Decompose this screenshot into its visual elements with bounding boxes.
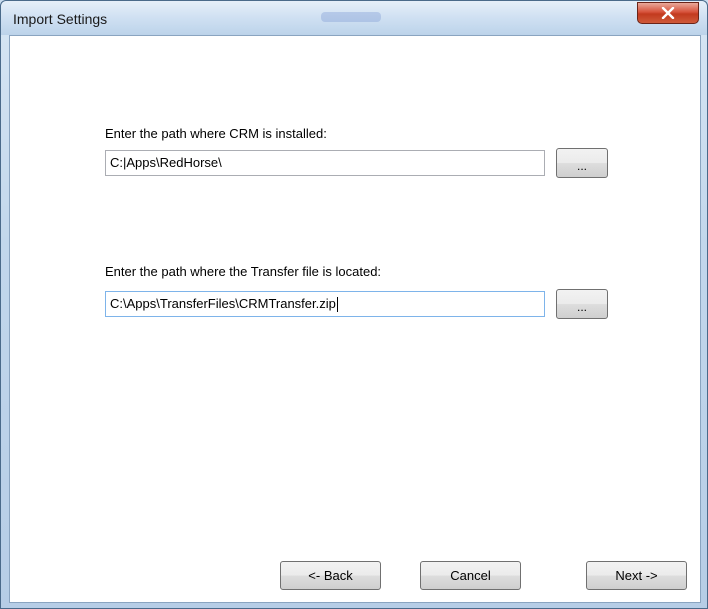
- crm-path-label: Enter the path where CRM is installed:: [105, 126, 327, 141]
- transfer-path-label: Enter the path where the Transfer file i…: [105, 264, 382, 279]
- title-bar[interactable]: Import Settings: [1, 1, 707, 35]
- next-button[interactable]: Next ->: [586, 561, 687, 590]
- back-button[interactable]: <- Back: [280, 561, 381, 590]
- transfer-path-browse-button[interactable]: ...: [556, 289, 608, 319]
- transfer-path-input[interactable]: C:\Apps\TransferFiles\CRMTransfer.zip: [105, 291, 545, 317]
- transfer-path-value: C:\Apps\TransferFiles\CRMTransfer.zip: [110, 296, 336, 311]
- crm-path-input[interactable]: C:|Apps\RedHorse\: [105, 150, 545, 176]
- crm-path-value: C:|Apps\RedHorse\: [110, 155, 222, 170]
- import-settings-window: Import Settings Enter the path where CRM…: [0, 0, 708, 609]
- cancel-button[interactable]: Cancel: [420, 561, 521, 590]
- dialog-content-area: Enter the path where CRM is installed: C…: [9, 35, 701, 603]
- close-button[interactable]: [637, 2, 699, 24]
- text-caret: [336, 297, 338, 313]
- window-title: Import Settings: [13, 11, 108, 27]
- title-bar-background-artifact: [321, 12, 381, 22]
- close-x-icon: [661, 7, 675, 19]
- crm-path-browse-button[interactable]: ...: [556, 148, 608, 178]
